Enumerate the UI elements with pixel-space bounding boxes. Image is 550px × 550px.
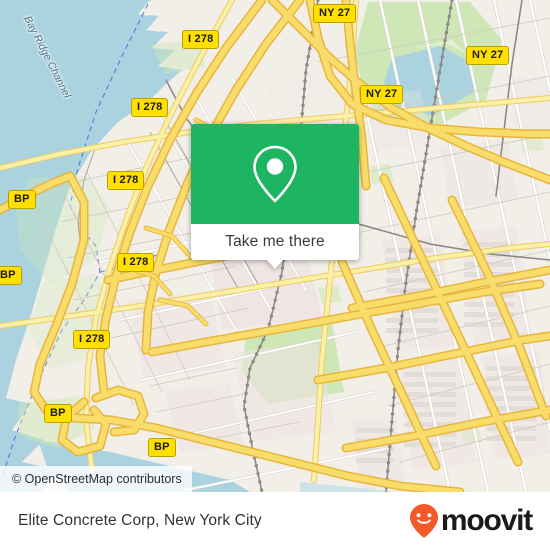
- popup-pointer: [266, 259, 284, 269]
- highway-shield: NY 27: [466, 46, 510, 65]
- moovit-brand-logo[interactable]: moovit: [409, 503, 533, 539]
- map-attribution[interactable]: © OpenStreetMap contributors: [0, 466, 192, 492]
- map-canvas[interactable]: Bay Ridge Channel NY 27 NY 27 NY 27 I 278 I …: [0, 0, 550, 492]
- highway-shield: NY 27: [360, 85, 404, 104]
- highway-shield: NY 27: [313, 4, 357, 23]
- place-title: Elite Concrete Corp, New York City: [18, 512, 262, 529]
- moovit-wordmark: moovit: [440, 504, 533, 537]
- location-popup[interactable]: Take me there: [191, 124, 359, 269]
- map-pin-icon: [253, 145, 297, 203]
- highway-shield: BP: [8, 190, 36, 209]
- highway-shield: I 278: [117, 253, 155, 272]
- moovit-smiley-pin-icon: [409, 504, 438, 538]
- highway-shield: BP: [0, 266, 22, 285]
- attribution-text: © OpenStreetMap contributors: [12, 472, 182, 486]
- highway-shield: I 278: [182, 30, 220, 49]
- moovit-map-screen: Bay Ridge Channel NY 27 NY 27 NY 27 I 278 I …: [0, 0, 550, 550]
- highway-shield: BP: [44, 404, 72, 423]
- footer-bar: Elite Concrete Corp, New York City moovi…: [0, 492, 550, 550]
- popup-cta-area[interactable]: Take me there: [191, 224, 359, 269]
- highway-shield: I 278: [73, 330, 111, 349]
- take-me-there-label: Take me there: [225, 233, 325, 250]
- highway-shield: I 278: [107, 171, 145, 190]
- popup-image-area: [191, 124, 359, 224]
- highway-shield: BP: [148, 438, 176, 457]
- highway-shield: I 278: [131, 98, 169, 117]
